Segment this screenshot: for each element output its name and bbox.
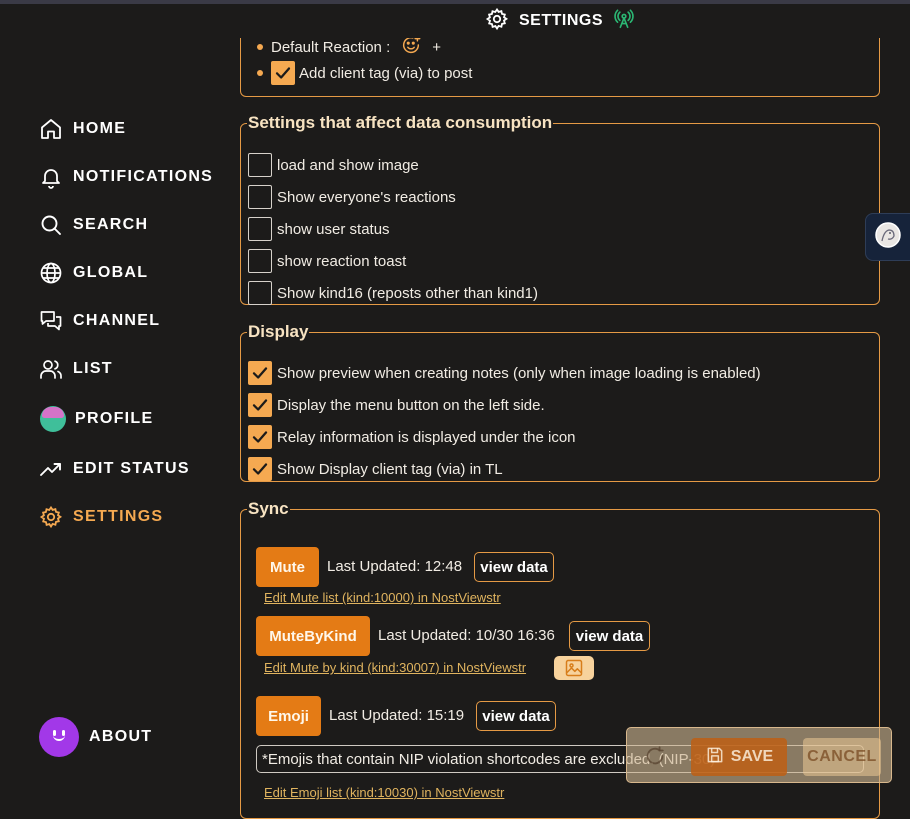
mutebykind-last-updated: Last Updated: 10/30 16:36	[378, 627, 555, 644]
sidebar-item-label: ABOUT	[89, 728, 153, 745]
option-show-preview[interactable]: Show preview when creating notes (only w…	[248, 360, 761, 386]
mutebykind-sync-button[interactable]: MuteByKind	[256, 616, 370, 656]
globe-icon	[38, 260, 64, 286]
chat-icon	[38, 308, 64, 334]
avatar	[40, 406, 66, 432]
sidebar-item-label: SETTINGS	[73, 508, 164, 525]
save-button[interactable]: SAVE	[691, 738, 787, 776]
emoji-sync-button[interactable]: Emoji	[256, 696, 321, 736]
sidebar-item-label: EDIT STATUS	[73, 460, 190, 477]
edit-mute-link[interactable]: Edit Mute list (kind:10000) in NostViews…	[264, 590, 501, 605]
sidebar-item-label: GLOBAL	[73, 264, 149, 281]
save-bar: SAVE CANCEL	[626, 727, 892, 783]
option-show-reactions[interactable]: Show everyone's reactions	[248, 184, 456, 210]
sync-legend: Sync	[248, 499, 289, 518]
gear-icon	[38, 504, 64, 530]
sidebar-item-channel[interactable]: CHANNEL	[38, 305, 160, 337]
client-tag-row: Add client tag (via) to post	[257, 61, 472, 85]
checkbox[interactable]	[248, 249, 272, 273]
save-label: SAVE	[730, 748, 774, 765]
gear-icon	[485, 7, 509, 36]
sidebar-item-label: PROFILE	[75, 410, 154, 427]
avatar	[875, 221, 901, 253]
search-icon	[38, 212, 64, 238]
sidebar-item-label: SEARCH	[73, 216, 149, 233]
option-load-image[interactable]: load and show image	[248, 152, 419, 178]
option-relay-info[interactable]: Relay information is displayed under the…	[248, 424, 576, 450]
option-client-tag-tl[interactable]: Show Display client tag (via) in TL	[248, 456, 503, 482]
mute-view-data-button[interactable]: view data	[474, 552, 554, 582]
page-header: SETTINGS	[230, 4, 890, 38]
sidebar: HOME NOTIFICATIONS SEARCH GLOBAL CHANNEL…	[0, 0, 230, 799]
home-icon	[38, 116, 64, 142]
checkbox[interactable]	[248, 153, 272, 177]
sidebar-item-profile[interactable]: PROFILE	[40, 403, 153, 435]
checkbox[interactable]	[248, 425, 272, 449]
sidebar-item-label: HOME	[73, 120, 127, 137]
client-tag-label: Add client tag (via) to post	[299, 64, 473, 82]
edit-mutebykind-link[interactable]: Edit Mute by kind (kind:30007) in NostVi…	[264, 660, 526, 675]
sidebar-item-label: LIST	[73, 360, 113, 377]
settings-main: Default Reaction : + Add client tag (via…	[240, 0, 880, 819]
mutebykind-view-data-button[interactable]: view data	[569, 621, 650, 651]
sidebar-item-label: NOTIFICATIONS	[73, 168, 214, 185]
sidebar-item-edit-status[interactable]: EDIT STATUS	[38, 453, 190, 485]
default-reaction-label: Default Reaction :	[271, 38, 391, 56]
sidebar-item-search[interactable]: SEARCH	[38, 209, 148, 241]
checkbox[interactable]	[248, 185, 272, 209]
reset-icon[interactable]	[644, 745, 666, 772]
data-consumption-section: Settings that affect data consumption lo…	[240, 113, 880, 305]
sidebar-item-global[interactable]: GLOBAL	[38, 257, 148, 289]
trend-icon	[38, 456, 64, 482]
avatar	[39, 717, 79, 757]
add-reaction-plus[interactable]: +	[432, 39, 441, 56]
emoji-last-updated: Last Updated: 15:19	[329, 707, 465, 724]
checkbox[interactable]	[248, 361, 272, 385]
sidebar-item-list[interactable]: LIST	[38, 353, 113, 385]
checkbox[interactable]	[248, 217, 272, 241]
option-reaction-toast[interactable]: show reaction toast	[248, 248, 406, 274]
sidebar-item-settings[interactable]: SETTINGS	[38, 501, 163, 533]
save-icon	[705, 745, 725, 770]
option-user-status[interactable]: show user status	[248, 216, 390, 242]
sidebar-item-home[interactable]: HOME	[38, 113, 126, 145]
checkbox[interactable]	[248, 281, 272, 305]
checkbox[interactable]	[248, 457, 272, 481]
image-icon[interactable]	[554, 656, 594, 680]
checkbox[interactable]	[248, 393, 272, 417]
bell-icon	[38, 164, 64, 190]
display-legend: Display	[248, 322, 309, 341]
display-section: Display Show preview when creating notes…	[240, 322, 880, 482]
mute-sync-button[interactable]: Mute	[256, 547, 319, 587]
client-tag-checkbox[interactable]	[271, 61, 295, 85]
mute-last-updated: Last Updated: 12:48	[327, 558, 463, 575]
sidebar-item-notifications[interactable]: NOTIFICATIONS	[38, 161, 213, 193]
emoji-view-data-button[interactable]: view data	[476, 701, 556, 731]
page-title: SETTINGS	[518, 12, 603, 29]
sidebar-item-about[interactable]: ABOUT	[39, 716, 152, 758]
data-consumption-legend: Settings that affect data consumption	[248, 113, 553, 132]
cancel-button[interactable]: CANCEL	[803, 738, 881, 776]
option-menu-left[interactable]: Display the menu button on the left side…	[248, 392, 545, 418]
antenna-icon[interactable]	[613, 8, 635, 35]
edit-emoji-link[interactable]: Edit Emoji list (kind:10030) in NostView…	[264, 785, 504, 800]
users-icon	[38, 356, 64, 382]
floating-side-button[interactable]	[865, 213, 910, 261]
sidebar-item-label: CHANNEL	[73, 312, 161, 329]
option-kind16[interactable]: Show kind16 (reposts other than kind1)	[248, 280, 538, 306]
